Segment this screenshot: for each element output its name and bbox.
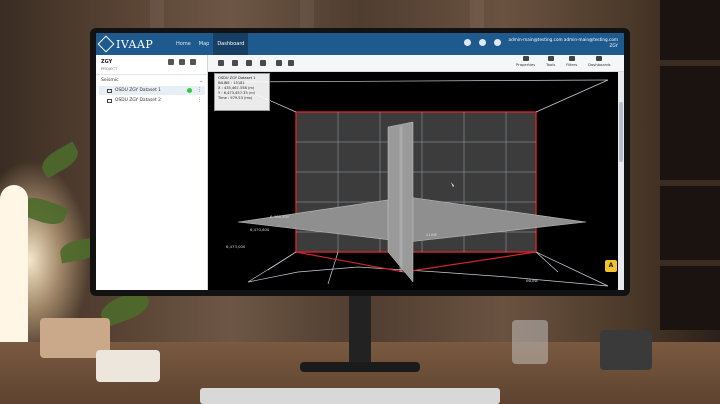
pointer-icon[interactable] xyxy=(218,60,224,66)
grid-icon xyxy=(107,88,112,93)
pen-holder xyxy=(96,350,160,382)
toolbar-filters[interactable]: Filters xyxy=(566,56,577,71)
toolbar-label: Filters xyxy=(566,62,578,67)
project-type: PROJECT xyxy=(101,66,118,71)
monitor-stand-base xyxy=(300,362,420,372)
logo-icon xyxy=(97,35,115,53)
panel-tools xyxy=(168,59,196,65)
status-dot xyxy=(187,88,192,93)
viewer-scrollbar[interactable] xyxy=(618,72,624,290)
nav-dashboard[interactable]: Dashboard xyxy=(213,33,249,55)
toolbar-dashboards[interactable]: Dashboards xyxy=(588,56,611,71)
chevron-down-icon[interactable]: ⌄ xyxy=(199,78,203,84)
help-icon[interactable] xyxy=(464,39,471,46)
settings-icon[interactable] xyxy=(168,59,174,65)
dashboard-icon xyxy=(596,56,603,61)
nav-home[interactable]: Home xyxy=(172,33,195,55)
user-menu[interactable]: admin-main@testing.com admin-main@testin… xyxy=(500,37,618,48)
shelf-board xyxy=(660,260,720,266)
scroll-thumb[interactable] xyxy=(619,102,623,162)
viewer-toolbar: Properties Tools Filters Dashboards xyxy=(208,55,624,72)
filter-icon xyxy=(568,56,575,61)
more-vert-icon[interactable]: ⋮ xyxy=(197,87,202,93)
axis-tick-label: 6,473,000 xyxy=(226,244,246,249)
toolbar-properties[interactable]: Properties xyxy=(516,56,535,71)
project-name: ZGY xyxy=(101,59,113,65)
filter-icon[interactable] xyxy=(179,59,185,65)
dataset-item-1[interactable]: OSDU ZGY Dataset 1 ⋮ xyxy=(99,86,205,95)
dataset-label: OSDU ZGY Dataset 2 xyxy=(115,98,161,103)
shelf-board xyxy=(660,60,720,66)
tools-icon xyxy=(547,56,554,61)
axis-name-inline: INLINE xyxy=(526,278,539,283)
nav-map[interactable]: Map xyxy=(195,33,214,55)
keyboard xyxy=(200,388,500,404)
divider xyxy=(96,74,207,75)
pick-info-box: OSDU ZGY Dataset 1 INLINE : 15181 X : 43… xyxy=(214,73,270,111)
shelf-board xyxy=(660,180,720,186)
dataset-label: OSDU ZGY Dataset 1 xyxy=(115,88,161,93)
project-panel: ZGY PROJECT Seismic ⌄ OSDU ZGY Dataset 1… xyxy=(96,55,208,290)
brand-name: IVAAP xyxy=(116,37,154,51)
grid-icon xyxy=(107,98,112,103)
axis-name-xline: XLINE xyxy=(426,232,438,237)
info-time: Time : 979.53 (ms) xyxy=(218,96,253,100)
properties-icon xyxy=(522,56,529,61)
header-actions xyxy=(464,39,501,46)
page-icon[interactable] xyxy=(276,60,282,66)
camera-icon[interactable] xyxy=(246,60,252,66)
plus-icon[interactable] xyxy=(190,59,196,65)
orientation-badge[interactable]: A xyxy=(605,260,617,272)
toolbar-label: Dashboards xyxy=(588,62,611,67)
seismic-3d-viewport[interactable]: OSDU ZGY Dataset 1 INLINE : 15181 X : 43… xyxy=(208,72,618,290)
move-icon[interactable] xyxy=(260,60,266,66)
star-icon[interactable] xyxy=(288,60,294,66)
toolbar-label: Properties xyxy=(516,62,536,67)
toolbar-label: Tools xyxy=(546,62,556,67)
app-window: IVAAP Home Map Dashboard admin-main@test… xyxy=(96,33,624,290)
bookshelf xyxy=(660,0,720,330)
brand-logo[interactable]: IVAAP xyxy=(97,35,154,53)
layers-icon[interactable] xyxy=(232,60,238,66)
pen-cup xyxy=(512,320,548,364)
app-header: IVAAP Home Map Dashboard admin-main@test… xyxy=(96,33,624,55)
monitor-stand xyxy=(349,290,371,370)
desk-lamp xyxy=(0,185,28,355)
section-seismic[interactable]: Seismic xyxy=(101,78,119,83)
speaker xyxy=(600,330,652,370)
dataset-item-2[interactable]: OSDU ZGY Dataset 2 ⋮ xyxy=(99,96,205,105)
bell-icon[interactable] xyxy=(479,39,486,46)
main-nav: Home Map Dashboard xyxy=(172,33,249,55)
user-email: admin-main@testing.com admin-main@testin… xyxy=(508,37,618,42)
user-project: ZGY xyxy=(609,43,618,48)
more-vert-icon[interactable]: ⋮ xyxy=(197,97,202,103)
axis-tick-label: 6,470,800 xyxy=(250,227,270,232)
axis-tick-label: 6,468,400 xyxy=(270,214,290,219)
toolbar-tools[interactable]: Tools xyxy=(546,56,555,71)
